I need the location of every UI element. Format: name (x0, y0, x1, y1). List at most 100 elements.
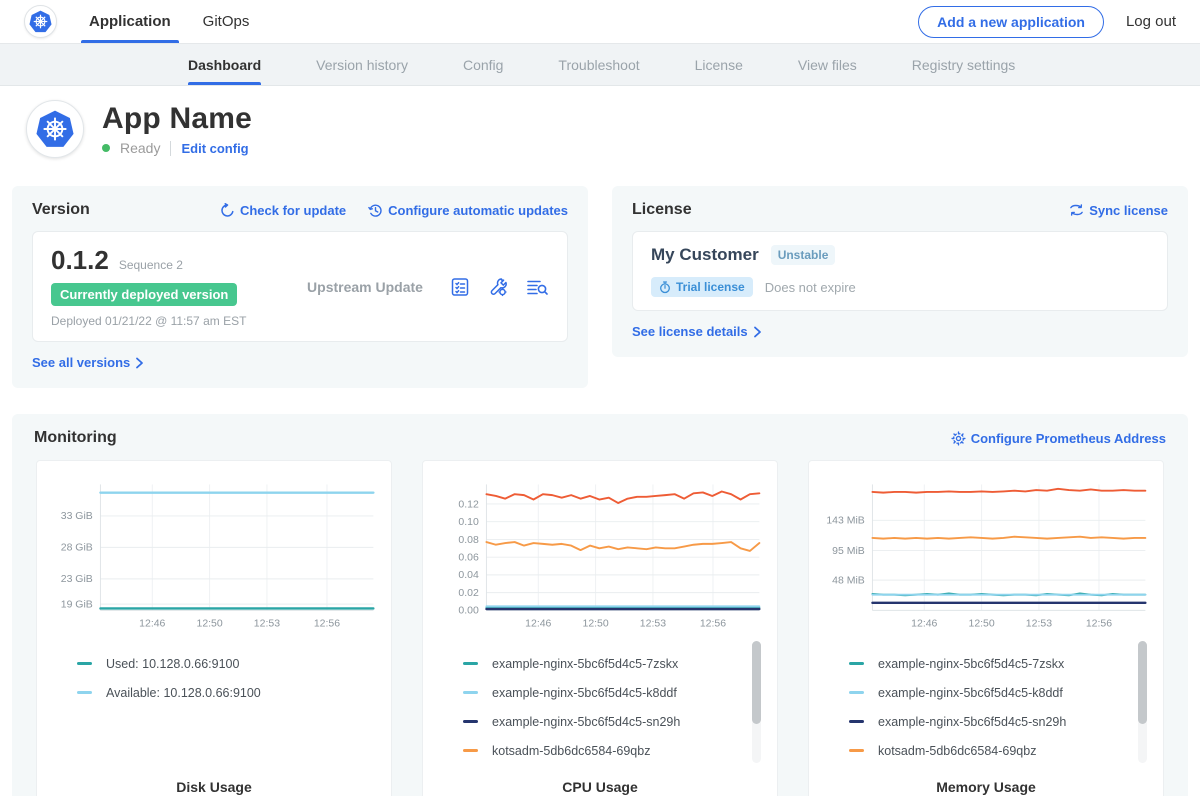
svg-text:0.08: 0.08 (458, 535, 479, 546)
trial-license-badge: Trial license (651, 277, 753, 297)
page-title: App Name (102, 102, 252, 136)
currently-deployed-badge: Currently deployed version (51, 283, 237, 306)
config-wrench-icon[interactable] (487, 276, 509, 298)
app-subnav: Dashboard Version history Config Troublesho… (0, 44, 1200, 86)
legend-swatch-icon (463, 749, 478, 752)
svg-text:12:50: 12:50 (196, 619, 222, 630)
refresh-icon (220, 203, 235, 218)
legend-label: example-nginx-5bc6f5d4c5-7zskx (878, 657, 1064, 671)
svg-text:12:50: 12:50 (582, 619, 608, 630)
check-for-update-link[interactable]: Check for update (220, 203, 346, 218)
legend-label: example-nginx-5bc6f5d4c5-sn29h (492, 715, 680, 729)
memory-usage-chart-card: 12:4612:5012:5312:5648 MiB95 MiB143 MiB … (808, 460, 1164, 796)
view-logs-icon[interactable] (525, 276, 549, 298)
topnav-tabs: Application GitOps (87, 0, 251, 43)
topnav-tab-gitops[interactable]: GitOps (201, 0, 252, 43)
svg-text:19 GiB: 19 GiB (61, 599, 93, 610)
svg-text:12:53: 12:53 (1026, 619, 1052, 630)
legend-label: example-nginx-5bc6f5d4c5-k8ddf (492, 686, 677, 700)
kubernetes-logo-icon[interactable] (24, 5, 57, 38)
configure-automatic-updates-link[interactable]: Configure automatic updates (368, 203, 568, 218)
version-card-title: Version (32, 201, 90, 219)
subnav-tab-dashboard[interactable]: Dashboard (188, 44, 261, 85)
gear-icon (951, 431, 966, 446)
version-source-label: Upstream Update (281, 279, 449, 295)
current-version-card: 0.1.2 Sequence 2 Currently deployed vers… (32, 231, 568, 342)
see-all-versions-link[interactable]: See all versions (32, 355, 144, 370)
legend-swatch-icon (849, 662, 864, 665)
disk-usage-chart: 12:4612:5012:5312:5619 GiB23 GiB28 GiB33… (47, 473, 381, 639)
customer-name: My Customer (651, 245, 759, 265)
app-avatar-kubernetes-icon (26, 100, 84, 158)
channel-badge: Unstable (771, 245, 836, 265)
add-new-application-button[interactable]: Add a new application (918, 6, 1104, 38)
subnav-tab-troubleshoot[interactable]: Troubleshoot (558, 44, 639, 85)
legend-swatch-icon (463, 691, 478, 694)
cpu-usage-chart: 12:4612:5012:5312:560.000.020.040.060.08… (433, 473, 767, 639)
legend-scrollbar-thumb[interactable] (1138, 641, 1147, 724)
legend-item: example-nginx-5bc6f5d4c5-sn29h (849, 707, 1133, 736)
logo-wrap (24, 0, 57, 43)
memory-usage-chart: 12:4612:5012:5312:5648 MiB95 MiB143 MiB (819, 473, 1153, 639)
legend-swatch-icon (849, 749, 864, 752)
chart-title: Memory Usage (819, 779, 1153, 795)
svg-text:12:56: 12:56 (314, 619, 340, 630)
subnav-tab-view-files[interactable]: View files (798, 44, 857, 85)
summary-cards-row: Version Check for update Configure autom… (0, 186, 1200, 388)
legend-item: example-nginx-5bc6f5d4c5-7zskx (849, 649, 1133, 678)
legend-label: example-nginx-5bc6f5d4c5-sn29h (878, 715, 1066, 729)
monitoring-section: Monitoring Configure Prometheus Address … (12, 414, 1188, 796)
legend-label: example-nginx-5bc6f5d4c5-7zskx (492, 657, 678, 671)
svg-text:48 MiB: 48 MiB (832, 576, 865, 587)
configure-prometheus-link[interactable]: Configure Prometheus Address (951, 431, 1166, 446)
sync-license-link[interactable]: Sync license (1069, 203, 1168, 218)
license-expiry: Does not expire (765, 280, 856, 295)
edit-config-link[interactable]: Edit config (181, 141, 248, 156)
svg-text:23 GiB: 23 GiB (61, 574, 93, 585)
license-details-card: My Customer Unstable Trial license Does … (632, 231, 1168, 311)
legend-item: example-nginx-5bc6f5d4c5-k8ddf (849, 678, 1133, 707)
svg-text:12:56: 12:56 (700, 619, 726, 630)
sequence-label: Sequence 2 (119, 258, 183, 272)
legend-label: Available: 10.128.0.66:9100 (106, 686, 261, 700)
legend-label: kotsadm-5db6dc6584-69qbz (492, 744, 650, 758)
subnav-tab-license[interactable]: License (695, 44, 743, 85)
svg-text:12:53: 12:53 (254, 619, 280, 630)
cpu-usage-chart-card: 12:4612:5012:5312:560.000.020.040.060.08… (422, 460, 778, 796)
legend-swatch-icon (77, 691, 92, 694)
legend-scrollbar-thumb[interactable] (752, 641, 761, 724)
legend-swatch-icon (849, 691, 864, 694)
version-number: 0.1.2 (51, 245, 109, 276)
legend-swatch-icon (77, 662, 92, 665)
license-card: License Sync license My Customer Unstabl… (612, 186, 1188, 357)
chart-title: Disk Usage (47, 779, 381, 795)
subnav-tab-config[interactable]: Config (463, 44, 503, 85)
disk-usage-legend: Used: 10.128.0.66:9100 Available: 10.128.… (47, 639, 381, 769)
legend-scrollbar[interactable] (752, 641, 761, 763)
legend-label: kotsadm-5db6dc6584-69qbz (878, 744, 1036, 758)
cpu-usage-legend: example-nginx-5bc6f5d4c5-7zskx example-ng… (433, 639, 767, 769)
svg-text:12:56: 12:56 (1086, 619, 1112, 630)
svg-text:0.10: 0.10 (458, 517, 479, 528)
legend-swatch-icon (463, 720, 478, 723)
svg-text:0.06: 0.06 (458, 553, 479, 564)
legend-item: example-nginx-5bc6f5d4c5-k8ddf (463, 678, 747, 707)
subnav-tab-version-history[interactable]: Version history (316, 44, 408, 85)
top-navbar: ApplicationGitOps Add a new application … (0, 0, 1200, 44)
see-license-details-link[interactable]: See license details (632, 324, 762, 339)
logout-button[interactable]: Log out (1126, 13, 1176, 30)
legend-swatch-icon (849, 720, 864, 723)
memory-usage-legend: example-nginx-5bc6f5d4c5-7zskx example-ng… (819, 639, 1153, 769)
divider (170, 141, 171, 156)
subnav-tab-registry-settings[interactable]: Registry settings (912, 44, 1015, 85)
legend-item: Available: 10.128.0.66:9100 (77, 678, 361, 707)
legend-scrollbar[interactable] (1138, 641, 1147, 763)
svg-text:28 GiB: 28 GiB (61, 543, 93, 554)
topnav-tab-application[interactable]: Application (87, 0, 173, 43)
release-notes-icon[interactable] (449, 276, 471, 298)
disk-usage-chart-card: 12:4612:5012:5312:5619 GiB23 GiB28 GiB33… (36, 460, 392, 796)
clock-refresh-icon (368, 203, 383, 218)
status-dot-icon (102, 144, 110, 152)
svg-text:0.04: 0.04 (458, 570, 479, 581)
legend-label: Used: 10.128.0.66:9100 (106, 657, 239, 671)
